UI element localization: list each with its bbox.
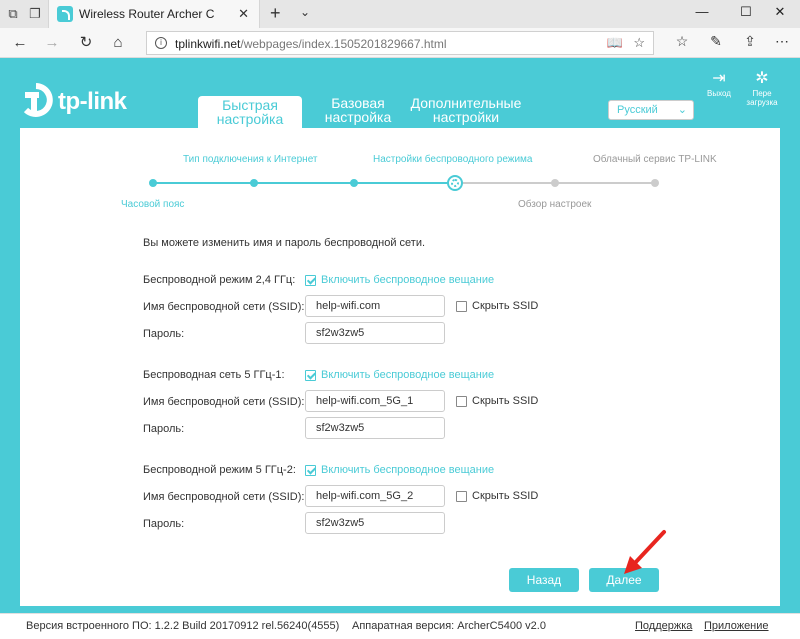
- logout-button[interactable]: ⇥ Выход: [699, 70, 739, 98]
- url-text: tplinkwifi.net/webpages/index.1505201829…: [175, 37, 447, 51]
- tab-basic-setup[interactable]: Базовая настройка: [312, 96, 404, 128]
- tab-quick-setup[interactable]: Быстрая настройка: [198, 96, 302, 128]
- forward-arrow-icon[interactable]: →: [42, 33, 62, 53]
- share-icon[interactable]: ⇪: [740, 33, 760, 50]
- password-5g2-input[interactable]: sf2w3zw5: [305, 512, 445, 534]
- minimize-icon[interactable]: —: [692, 4, 712, 19]
- password-5g1-label: Пароль:: [143, 423, 185, 435]
- reboot-button[interactable]: ✲ Пере загрузка: [742, 70, 782, 107]
- tab-title: Wireless Router Archer C: [79, 7, 215, 21]
- step-label-wireless: Настройки беспроводного режима: [373, 154, 533, 165]
- ssid-5g2-input[interactable]: help-wifi.com_5G_2: [305, 485, 445, 507]
- password-5g1-input[interactable]: sf2w3zw5: [305, 417, 445, 439]
- tab-preview-icon[interactable]: ⧉: [4, 5, 22, 23]
- browser-tab-bar: ⧉ ❐ Wireless Router Archer C ✕ + ⌄ — ☐ ✕: [0, 0, 800, 28]
- progress-line-done: [153, 182, 455, 184]
- ssid-24-label: Имя беспроводной сети (SSID):: [143, 301, 305, 313]
- tplink-favicon-icon: [57, 6, 73, 22]
- favorites-hub-icon[interactable]: ☆: [672, 33, 692, 50]
- hide-ssid-5g2-label[interactable]: Скрыть SSID: [472, 490, 538, 502]
- progress-step-6: [651, 179, 659, 187]
- address-bar: ← → ↻ ⌂ i tplinkwifi.net/webpages/index.…: [0, 28, 800, 58]
- back-button[interactable]: Назад: [509, 568, 579, 592]
- chevron-down-icon: ⌄: [677, 104, 687, 116]
- logo-text: tp-link: [58, 88, 127, 115]
- enable-5g1-label[interactable]: Включить беспроводное вещание: [321, 369, 494, 381]
- hide-ssid-24-checkbox[interactable]: [456, 301, 467, 312]
- url-input[interactable]: i tplinkwifi.net/webpages/index.15052018…: [146, 31, 654, 55]
- new-tab-icon[interactable]: +: [270, 3, 281, 24]
- band-5g2-label: Беспроводной режим 5 ГГц-2:: [143, 464, 296, 476]
- ssid-5g2-label: Имя беспроводной сети (SSID):: [143, 491, 305, 503]
- progress-step-3: [350, 179, 358, 187]
- router-page: tp-link Быстрая настройка Базовая настройк…: [0, 58, 800, 639]
- logout-icon: ⇥: [712, 70, 726, 87]
- progress-step-5: [551, 179, 559, 187]
- password-24-label: Пароль:: [143, 328, 185, 340]
- enable-5g1-checkbox[interactable]: [305, 370, 316, 381]
- hide-ssid-5g2-checkbox[interactable]: [456, 491, 467, 502]
- enable-5g2-checkbox[interactable]: [305, 465, 316, 476]
- ssid-5g1-label: Имя беспроводной сети (SSID):: [143, 396, 305, 408]
- ssid-5g1-input[interactable]: help-wifi.com_5G_1: [305, 390, 445, 412]
- reading-view-icon[interactable]: 📖: [607, 35, 623, 51]
- tab-advanced-settings[interactable]: Дополнительные настройки: [404, 96, 528, 128]
- chevron-down-icon[interactable]: ⌄: [300, 5, 310, 19]
- band-24-label: Беспроводной режим 2,4 ГГц:: [143, 274, 296, 286]
- hardware-version: Аппаратная версия: ArcherC5400 v2.0: [352, 620, 546, 632]
- info-icon[interactable]: i: [155, 37, 167, 49]
- ssid-24-input[interactable]: help-wifi.com: [305, 295, 445, 317]
- close-tab-icon[interactable]: ✕: [238, 6, 249, 22]
- pen-icon[interactable]: ✎: [706, 33, 726, 50]
- step-label-summary: Обзор настроек: [518, 199, 592, 210]
- language-select[interactable]: Русский ⌄: [608, 100, 694, 120]
- enable-24-label[interactable]: Включить беспроводное вещание: [321, 274, 494, 286]
- tplink-logo-icon: [23, 83, 53, 117]
- progress-step-1: [149, 179, 157, 187]
- enable-24-checkbox[interactable]: [305, 275, 316, 286]
- tabs-aside-icon[interactable]: ❐: [26, 5, 44, 23]
- progress-step-4-current: [447, 175, 463, 191]
- browser-tab[interactable]: Wireless Router Archer C ✕: [48, 0, 260, 28]
- more-icon[interactable]: ⋯: [772, 33, 792, 50]
- intro-text: Вы можете изменить имя и пароль беспрово…: [143, 237, 426, 249]
- step-label-cloud: Облачный сервис TP-LINK: [593, 154, 717, 165]
- refresh-icon[interactable]: ↻: [76, 33, 96, 53]
- app-link[interactable]: Приложение: [704, 620, 769, 632]
- enable-5g2-label[interactable]: Включить беспроводное вещание: [321, 464, 494, 476]
- step-label-timezone: Часовой пояс: [121, 199, 185, 210]
- step-label-connection: Тип подключения к Интернет: [183, 154, 318, 165]
- red-arrow-icon: [624, 530, 666, 574]
- maximize-icon[interactable]: ☐: [736, 4, 756, 20]
- hide-ssid-24-label[interactable]: Скрыть SSID: [472, 300, 538, 312]
- home-icon[interactable]: ⌂: [108, 33, 128, 53]
- close-window-icon[interactable]: ✕: [770, 4, 790, 20]
- progress-step-2: [250, 179, 258, 187]
- footer: Версия встроенного ПО: 1.2.2 Build 20170…: [0, 613, 800, 639]
- band-5g1-label: Беспроводная сеть 5 ГГц-1:: [143, 369, 285, 381]
- reboot-icon: ✲: [755, 70, 769, 87]
- back-arrow-icon[interactable]: ←: [10, 33, 30, 53]
- hide-ssid-5g1-label[interactable]: Скрыть SSID: [472, 395, 538, 407]
- favorite-star-icon[interactable]: ☆: [633, 35, 645, 51]
- password-5g2-label: Пароль:: [143, 518, 185, 530]
- firmware-version: Версия встроенного ПО: 1.2.2 Build 20170…: [26, 620, 340, 632]
- password-24-input[interactable]: sf2w3zw5: [305, 322, 445, 344]
- support-link[interactable]: Поддержка: [635, 620, 692, 632]
- hide-ssid-5g1-checkbox[interactable]: [456, 396, 467, 407]
